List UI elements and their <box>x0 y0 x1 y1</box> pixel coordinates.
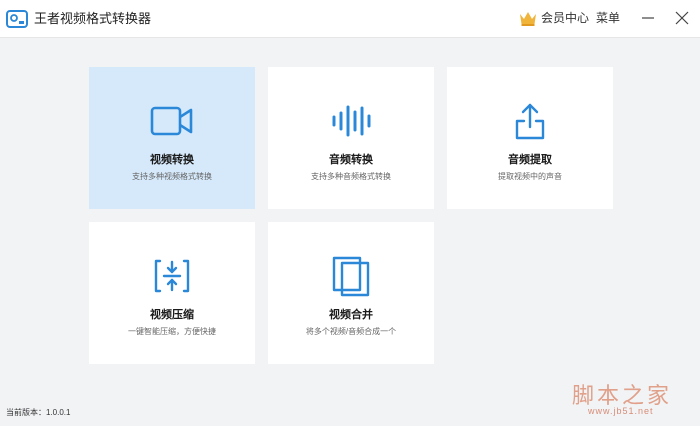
card-description: 支持多种视频格式转换 <box>132 172 212 181</box>
card-title: 音频转换 <box>329 154 373 166</box>
video-camera-logo-icon <box>6 10 28 28</box>
merge-pages-icon <box>329 256 373 297</box>
vip-center-label: 会员中心 <box>541 11 590 25</box>
title-bar: 王者视频格式转换器 会员中心 菜单 <box>0 0 700 38</box>
card-audio-convert[interactable]: 音频转换 支持多种音频格式转换 <box>268 67 434 209</box>
compress-icon <box>150 256 194 296</box>
menu-button[interactable]: 菜单 <box>596 10 620 26</box>
card-description: 支持多种音频格式转换 <box>311 172 391 181</box>
card-video-convert[interactable]: 视频转换 支持多种视频格式转换 <box>89 67 255 209</box>
video-camera-icon <box>150 101 194 141</box>
card-description: 提取视频中的声音 <box>498 172 562 181</box>
card-title: 音频提取 <box>508 154 552 166</box>
crown-icon <box>520 12 536 26</box>
card-title: 视频合并 <box>329 309 373 321</box>
app-title: 王者视频格式转换器 <box>34 11 152 26</box>
card-description: 一键智能压缩，方便快捷 <box>128 327 216 336</box>
vip-center-button[interactable]: 会员中心 <box>518 8 589 28</box>
card-description: 将多个视频/音频合成一个 <box>305 327 397 336</box>
watermark-url: www.jb51.net <box>588 406 654 416</box>
card-title: 视频转换 <box>150 154 194 166</box>
card-audio-extract[interactable]: 音频提取 提取视频中的声音 <box>447 67 613 209</box>
audio-wave-icon <box>329 101 373 141</box>
card-video-merge[interactable]: 视频合并 将多个视频/音频合成一个 <box>268 222 434 364</box>
upload-tray-icon <box>508 101 552 141</box>
card-title: 视频压缩 <box>150 309 194 321</box>
close-icon[interactable] <box>674 10 690 26</box>
card-video-compress[interactable]: 视频压缩 一键智能压缩，方便快捷 <box>89 222 255 364</box>
minimize-icon[interactable] <box>640 10 656 26</box>
version-label: 当前版本：1.0.0.1 <box>6 408 71 417</box>
